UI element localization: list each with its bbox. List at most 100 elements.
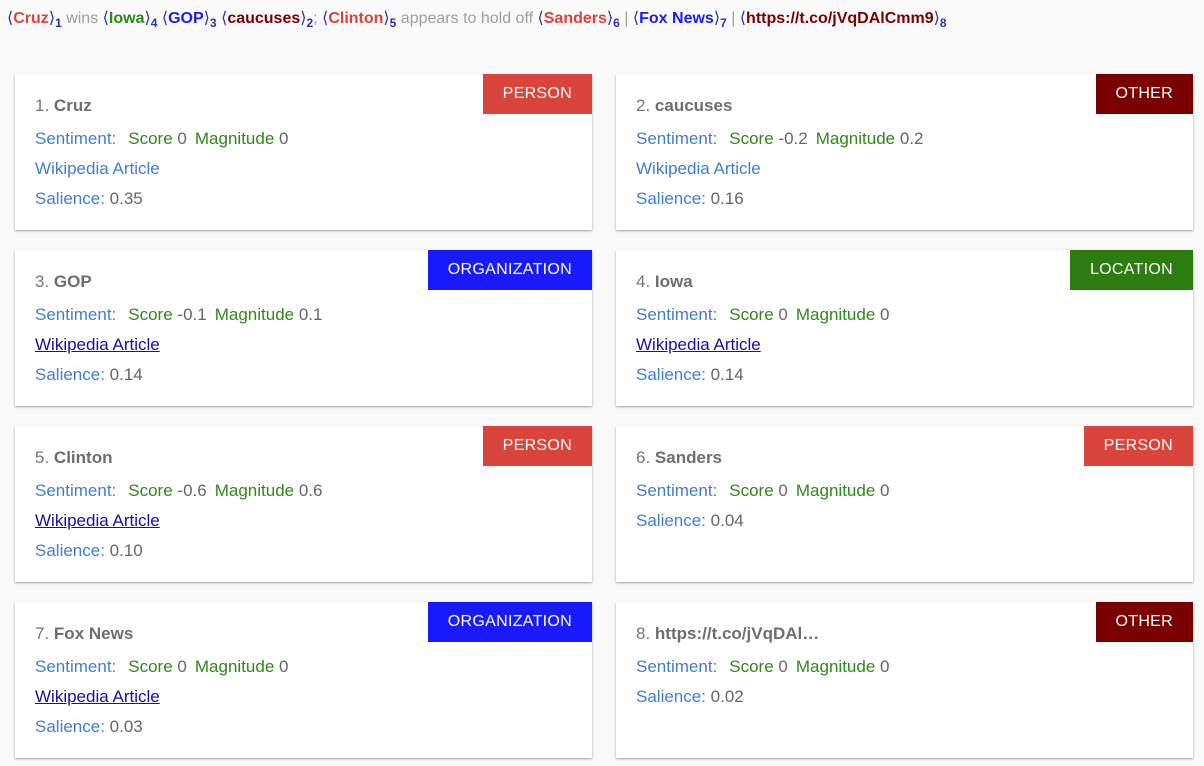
score-value: 0 (778, 657, 788, 676)
entity-name: Fox News (53, 624, 134, 643)
wikipedia-link[interactable]: Wikipedia Article (35, 511, 160, 531)
header-entity-index: 1 (55, 16, 62, 30)
salience-row: Salience: 0.35 (35, 189, 143, 209)
salience-label: Salience: (636, 365, 706, 384)
header-entity[interactable]: ⟨Iowa⟩4 (103, 10, 158, 30)
score-label: Score (128, 481, 173, 500)
salience-row: Salience: 0.03 (35, 717, 143, 737)
magnitude-label: Magnitude (214, 305, 295, 324)
entity-name: GOP (53, 272, 92, 291)
entity-type-badge: LOCATION (1069, 250, 1193, 290)
sentiment-label: Sentiment: (35, 129, 117, 148)
score-label: Score (128, 305, 173, 324)
entity-number: 8. (636, 624, 651, 643)
score-value: 0 (778, 305, 788, 324)
entity-name: Clinton (53, 448, 113, 467)
salience-value: 0.10 (109, 541, 143, 560)
entity-card: PERSON 5. Clinton Sentiment: Score -0.6 Magn… (15, 426, 592, 582)
wikipedia-link[interactable]: Wikipedia Article (636, 335, 761, 355)
salience-label: Salience: (636, 511, 706, 530)
entity-title: 2. caucuses (636, 96, 732, 116)
header-entity[interactable]: ⟨Clinton⟩5 (322, 10, 396, 30)
magnitude-label: Magnitude (815, 129, 896, 148)
header-entity-index: 3 (209, 16, 217, 30)
sentiment-label: Sentiment: (636, 129, 718, 148)
entity-name: Iowa (654, 272, 693, 291)
entity-number: 6. (636, 448, 651, 467)
magnitude-label: Magnitude (194, 657, 275, 676)
header-entity-index: 8 (939, 16, 947, 30)
sentiment-label: Sentiment: (35, 657, 117, 676)
score-label: Score (729, 129, 774, 148)
bracket-close: ⟩ (203, 10, 210, 27)
bracket-close: ⟩ (144, 10, 151, 27)
salience-row: Salience: 0.14 (636, 365, 744, 385)
wikipedia-link[interactable]: Wikipedia Article (636, 159, 761, 179)
entity-name: caucuses (654, 96, 733, 115)
salience-label: Salience: (35, 365, 105, 384)
magnitude-value: 0 (880, 481, 890, 500)
header-entity-text: https://t.co/jVqDAlCmm9 (746, 10, 934, 27)
header-entity-index: 4 (150, 16, 158, 30)
header-entity[interactable]: ⟨caucuses⟩2 (221, 10, 313, 30)
sentiment-label: Sentiment: (636, 481, 718, 500)
entity-type-badge: PERSON (482, 426, 592, 466)
sentiment-label: Sentiment: (636, 305, 718, 324)
magnitude-value: 0.1 (298, 305, 323, 324)
bracket-close: ⟩ (300, 10, 307, 27)
score-value: 0 (177, 657, 187, 676)
entity-title: 5. Clinton (35, 448, 112, 468)
header-entity[interactable]: ⟨Cruz⟩1 (7, 10, 62, 30)
sentiment-row: Sentiment: Score 0 Magnitude 0 (636, 305, 889, 325)
bracket-close: ⟩ (933, 10, 940, 27)
entity-number: 3. (35, 272, 50, 291)
header-entity-index: 6 (613, 16, 620, 30)
header-text: wins (61, 10, 103, 27)
bracket-close: ⟩ (383, 10, 390, 27)
entity-name: https://t.co/jVqDAl… (654, 624, 820, 643)
score-label: Score (128, 129, 173, 148)
wikipedia-link[interactable]: Wikipedia Article (35, 159, 160, 179)
wikipedia-link[interactable]: Wikipedia Article (35, 335, 160, 355)
header-entity[interactable]: ⟨Fox News⟩7 (633, 10, 727, 30)
salience-row: Salience: 0.10 (35, 541, 143, 561)
header-entity[interactable]: ⟨Sanders⟩6 (538, 10, 620, 30)
salience-value: 0.14 (109, 365, 143, 384)
entity-type-badge: OTHER (1095, 602, 1193, 642)
entity-card: OTHER 8. https://t.co/jVqDAl… Sentiment: Sc… (616, 602, 1193, 758)
entity-title: 4. Iowa (636, 272, 693, 292)
header-entity-index: 7 (720, 16, 727, 30)
entity-card: LOCATION 4. Iowa Sentiment: Score 0 Magnitud… (616, 250, 1193, 406)
salience-value: 0.04 (710, 511, 744, 530)
sentiment-row: Sentiment: Score 0 Magnitude 0 (636, 657, 889, 677)
header-entity-text: Cruz (13, 10, 49, 27)
sentiment-label: Sentiment: (35, 305, 117, 324)
salience-row: Salience: 0.02 (636, 687, 744, 707)
entity-type-badge: PERSON (1083, 426, 1193, 466)
wikipedia-link[interactable]: Wikipedia Article (35, 687, 160, 707)
entity-type-badge: ORGANIZATION (427, 602, 592, 642)
header-text: | (726, 10, 740, 27)
score-value: 0 (778, 481, 788, 500)
header-text: ; (313, 10, 323, 27)
score-value: -0.6 (177, 481, 207, 500)
entity-number: 5. (35, 448, 50, 467)
magnitude-label: Magnitude (194, 129, 275, 148)
salience-row: Salience: 0.16 (636, 189, 744, 209)
sentiment-row: Sentiment: Score 0 Magnitude 0 (35, 657, 288, 677)
salience-row: Salience: 0.04 (636, 511, 744, 531)
entity-card: ORGANIZATION 3. GOP Sentiment: Score -0.1 Ma… (15, 250, 592, 406)
sentiment-row: Sentiment: Score -0.2 Magnitude 0.2 (636, 129, 923, 149)
header-entity[interactable]: ⟨https://t.co/jVqDAlCmm9⟩8 (740, 10, 947, 30)
header-entity-text: Fox News (639, 10, 714, 27)
header-entity[interactable]: ⟨GOP⟩3 (162, 10, 217, 30)
salience-label: Salience: (636, 687, 706, 706)
entity-name: Cruz (53, 96, 92, 115)
entity-type-badge: PERSON (482, 74, 592, 114)
magnitude-label: Magnitude (795, 305, 876, 324)
entity-card: PERSON 1. Cruz Sentiment: Score 0 Magnitude … (15, 74, 592, 230)
score-value: -0.1 (177, 305, 207, 324)
salience-row: Salience: 0.14 (35, 365, 143, 385)
salience-value: 0.02 (710, 687, 744, 706)
salience-label: Salience: (35, 541, 105, 560)
